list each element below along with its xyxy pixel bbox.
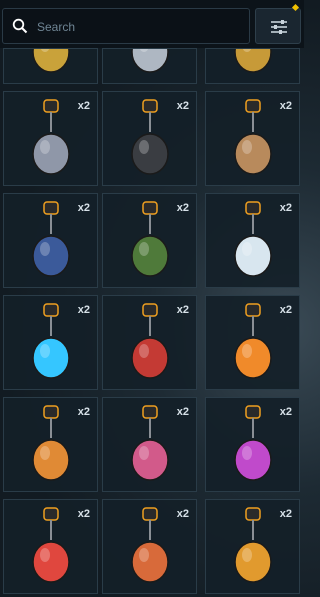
inventory-slot[interactable]: x2 (205, 295, 300, 390)
inventory-slot[interactable]: x2 (205, 91, 300, 186)
inventory-slot[interactable]: x2 (102, 91, 197, 186)
search-icon (12, 18, 28, 34)
partial-charm-silver-orb-icon (131, 49, 169, 73)
top-bar: Search (0, 0, 304, 48)
inventory-slot[interactable]: x2 (3, 397, 98, 492)
sliders-icon (271, 20, 287, 34)
quantity-label: x2 (176, 304, 189, 316)
partial-charm-gold-emblem-icon (234, 49, 272, 73)
inventory-slot[interactable]: x2 (3, 91, 98, 186)
inventory-slot[interactable]: x2 (102, 193, 197, 288)
inventory-slot[interactable] (205, 48, 300, 84)
quantity-label: x2 (77, 304, 90, 316)
inventory-slot[interactable]: x2 (3, 193, 98, 288)
inventory-slot[interactable] (102, 48, 197, 84)
inventory-slot[interactable]: x2 (205, 193, 300, 288)
inventory-grid: x2 x2 x2 x2 x2 x2 x2 x2 x2 x2 x2 x2 x2 x2 x2 (0, 48, 304, 597)
quantity-label: x2 (279, 406, 292, 418)
quantity-label: x2 (176, 100, 189, 112)
quantity-label: x2 (176, 406, 189, 418)
quantity-label: x2 (176, 202, 189, 214)
filter-button[interactable] (255, 8, 301, 44)
quantity-label: x2 (77, 100, 90, 112)
quantity-label: x2 (77, 508, 90, 520)
inventory-slot[interactable]: x2 (205, 397, 300, 492)
quantity-label: x2 (77, 202, 90, 214)
inventory-slot[interactable]: x2 (3, 499, 98, 594)
quantity-label: x2 (279, 304, 292, 316)
quantity-label: x2 (77, 406, 90, 418)
quantity-label: x2 (279, 100, 292, 112)
search-placeholder: Search (37, 20, 76, 34)
inventory-slot[interactable]: x2 (102, 397, 197, 492)
partial-charm-yellow-robot-icon (32, 49, 70, 73)
inventory-slot[interactable]: x2 (205, 499, 300, 594)
quantity-label: x2 (279, 202, 292, 214)
inventory-slot[interactable] (3, 48, 98, 84)
inventory-slot[interactable]: x2 (3, 295, 98, 390)
inventory-slot[interactable]: x2 (102, 499, 197, 594)
quantity-label: x2 (279, 508, 292, 520)
quantity-label: x2 (176, 508, 189, 520)
search-input[interactable]: Search (2, 8, 250, 44)
inventory-slot[interactable]: x2 (102, 295, 197, 390)
